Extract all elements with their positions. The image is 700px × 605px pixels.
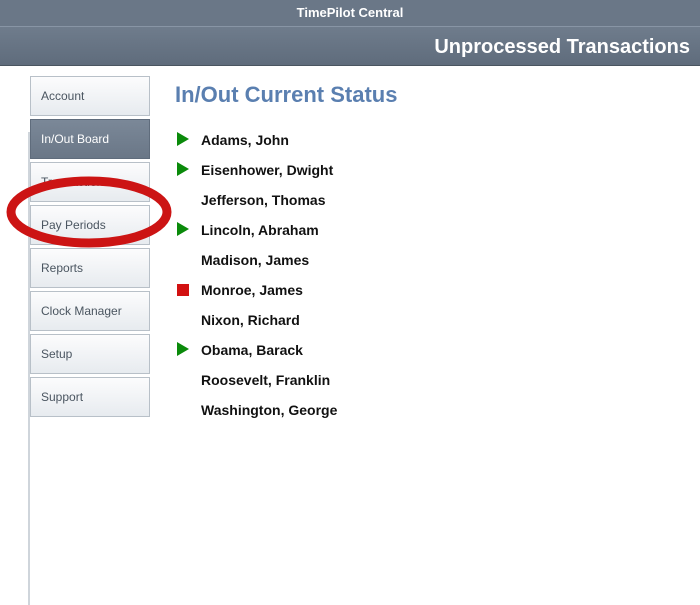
employee-row[interactable]: Eisenhower, Dwight [175, 162, 690, 178]
status-none-icon [175, 312, 191, 328]
employee-row[interactable]: Nixon, Richard [175, 312, 690, 328]
sidebar-item-label: Support [41, 390, 83, 404]
page-title: In/Out Current Status [175, 82, 690, 108]
employee-row[interactable]: Roosevelt, Franklin [175, 372, 690, 388]
sidebar-container: Account In/Out Board Transactions Pay Pe… [0, 66, 155, 605]
sidebar-item-support[interactable]: Support [30, 377, 150, 417]
app-subheader: Unprocessed Transactions [0, 26, 700, 66]
sidebar-item-label: In/Out Board [41, 132, 109, 146]
employee-name: Monroe, James [201, 282, 303, 298]
sidebar-item-label: Setup [41, 347, 72, 361]
status-out-icon [175, 282, 191, 298]
main-area: Account In/Out Board Transactions Pay Pe… [0, 66, 700, 605]
status-none-icon [175, 192, 191, 208]
sidebar-item-clock-manager[interactable]: Clock Manager [30, 291, 150, 331]
employee-row[interactable]: Washington, George [175, 402, 690, 418]
sidebar-item-label: Reports [41, 261, 83, 275]
status-none-icon [175, 252, 191, 268]
employee-name: Eisenhower, Dwight [201, 162, 333, 178]
employee-name: Nixon, Richard [201, 312, 300, 328]
employee-row[interactable]: Lincoln, Abraham [175, 222, 690, 238]
employee-row[interactable]: Jefferson, Thomas [175, 192, 690, 208]
sidebar-edge [28, 132, 30, 605]
employee-row[interactable]: Monroe, James [175, 282, 690, 298]
sidebar-item-reports[interactable]: Reports [30, 248, 150, 288]
employee-row[interactable]: Madison, James [175, 252, 690, 268]
employee-name: Madison, James [201, 252, 309, 268]
employee-name: Adams, John [201, 132, 289, 148]
status-none-icon [175, 402, 191, 418]
sidebar-item-label: Clock Manager [41, 304, 122, 318]
sidebar-item-inout-board[interactable]: In/Out Board [30, 119, 150, 159]
status-none-icon [175, 372, 191, 388]
status-in-icon [175, 342, 191, 358]
app-title: TimePilot Central [297, 5, 404, 20]
employee-row[interactable]: Adams, John [175, 132, 690, 148]
status-in-icon [175, 162, 191, 178]
sidebar-item-label: Account [41, 89, 84, 103]
employee-name: Washington, George [201, 402, 337, 418]
app-subtitle: Unprocessed Transactions [434, 36, 690, 58]
employee-row[interactable]: Obama, Barack [175, 342, 690, 358]
employee-list: Adams, John Eisenhower, Dwight Jefferson, … [175, 132, 690, 418]
employee-name: Roosevelt, Franklin [201, 372, 330, 388]
sidebar-item-setup[interactable]: Setup [30, 334, 150, 374]
employee-name: Jefferson, Thomas [201, 192, 325, 208]
app-titlebar: TimePilot Central [0, 0, 700, 26]
sidebar-item-pay-periods[interactable]: Pay Periods [30, 205, 150, 245]
employee-name: Obama, Barack [201, 342, 303, 358]
sidebar-item-account[interactable]: Account [30, 76, 150, 116]
sidebar-item-label: Transactions [41, 175, 109, 189]
content-area: In/Out Current Status Adams, John Eisenho… [155, 66, 700, 605]
sidebar-item-transactions[interactable]: Transactions [30, 162, 150, 202]
employee-name: Lincoln, Abraham [201, 222, 319, 238]
status-in-icon [175, 132, 191, 148]
sidebar: Account In/Out Board Transactions Pay Pe… [30, 76, 150, 417]
sidebar-item-label: Pay Periods [41, 218, 106, 232]
status-in-icon [175, 222, 191, 238]
